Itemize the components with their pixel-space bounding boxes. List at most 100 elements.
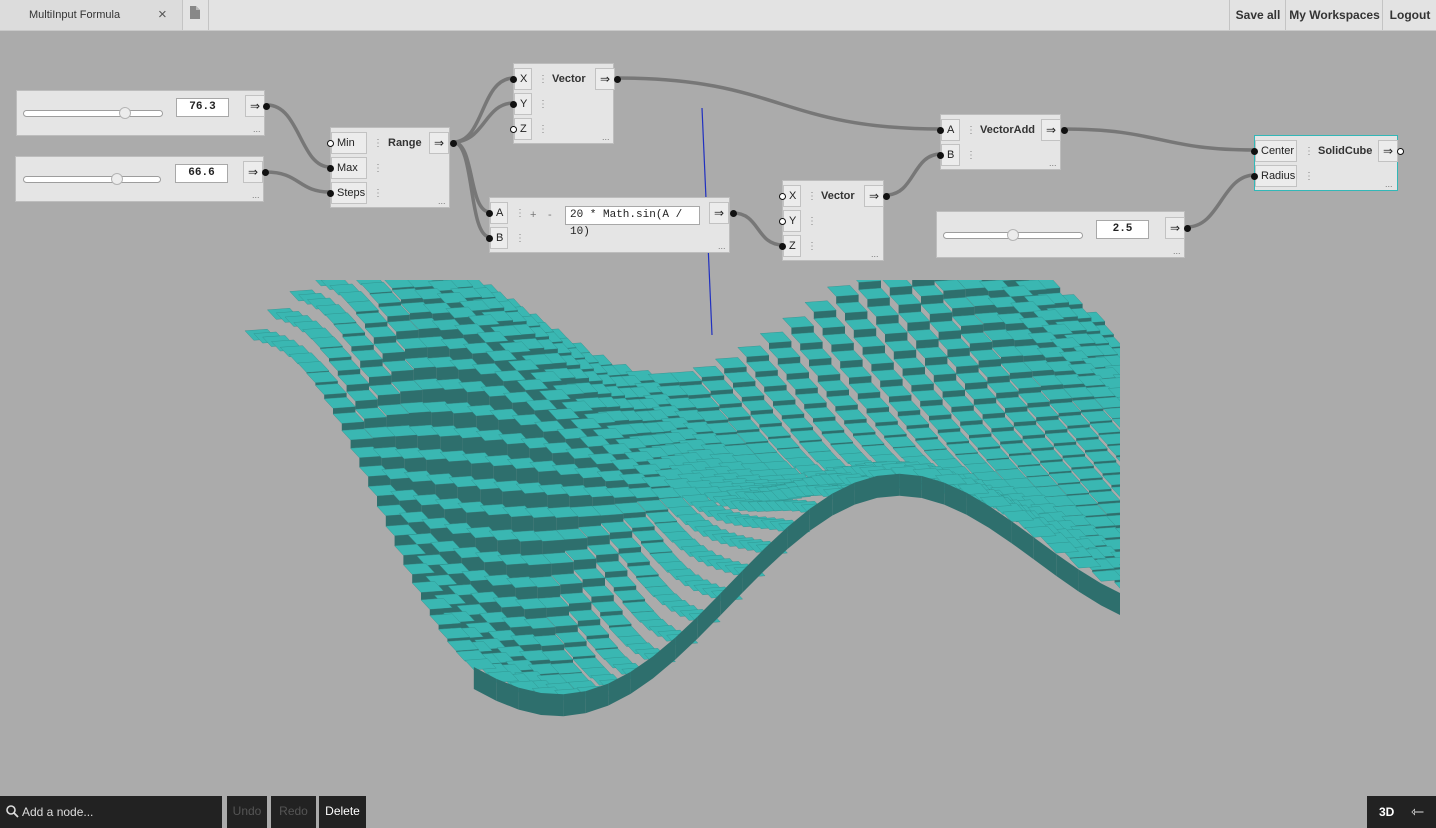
separator: ⋮ (807, 191, 817, 202)
more-icon[interactable]: ... (1385, 179, 1393, 189)
vector-node[interactable]: X Y Z ⋮ ⋮ ⋮ Vector ⇒ ... (779, 180, 890, 261)
input-port-dot[interactable] (486, 210, 493, 217)
wire-slider1-max (265, 103, 332, 169)
wire-slider3-radius (1185, 173, 1257, 229)
input-port-center[interactable]: Center (1255, 140, 1297, 162)
output-port-dot[interactable] (450, 140, 457, 147)
toggle-arrow-icon[interactable]: ⇽ (1411, 802, 1424, 822)
more-icon[interactable]: ... (1049, 158, 1057, 168)
separator: ⋮ (966, 125, 976, 136)
separator: ⋮ (807, 241, 817, 252)
number-slider-node[interactable]: 2.5 ⇒ ... (936, 211, 1191, 258)
vector-node[interactable]: X Y Z ⋮ ⋮ ⋮ Vector ⇒ ... (510, 63, 621, 144)
more-icon[interactable]: ... (718, 241, 726, 251)
more-icon[interactable]: ... (871, 249, 879, 259)
remove-input-button[interactable]: - (548, 209, 552, 221)
undo-button[interactable]: Undo (227, 796, 267, 828)
add-input-button[interactable]: + (530, 209, 536, 221)
input-port-dot[interactable] (1251, 148, 1258, 155)
input-port-dot[interactable] (510, 76, 517, 83)
more-icon[interactable]: ... (602, 132, 610, 142)
output-port-dot[interactable] (614, 76, 621, 83)
input-port-dot[interactable] (779, 243, 786, 250)
delete-button[interactable]: Delete (319, 796, 366, 828)
input-port-dot[interactable] (327, 140, 334, 147)
range-node[interactable]: Min Max Steps ⋮ ⋮ ⋮ Range ⇒ ... (327, 127, 457, 208)
wire-formula-vec2z (731, 211, 785, 247)
input-port-dot[interactable] (327, 190, 334, 197)
search-input[interactable]: Add a node... (22, 805, 93, 819)
wire-range-vecx (451, 76, 516, 144)
output-port-dot[interactable] (1061, 127, 1068, 134)
separator: ⋮ (515, 208, 525, 219)
separator: ⋮ (1304, 171, 1314, 182)
formula-expression-field[interactable]: 20 * Math.sin(A / 10) (565, 206, 700, 238)
separator: ⋮ (807, 216, 817, 227)
output-port-button[interactable]: ⇒ (864, 185, 884, 207)
separator: ⋮ (1304, 146, 1314, 157)
output-port-button[interactable]: ⇒ (709, 202, 729, 224)
output-port-button[interactable]: ⇒ (1165, 217, 1185, 239)
output-port-button[interactable]: ⇒ (595, 68, 615, 90)
more-icon[interactable]: ... (438, 196, 446, 206)
more-icon[interactable]: ... (1173, 246, 1181, 256)
input-port-dot[interactable] (510, 126, 517, 133)
add-node-search[interactable]: Add a node... (0, 796, 222, 828)
vectoradd-node[interactable]: A B ⋮ ⋮ VectorAdd ⇒ ... (937, 114, 1068, 170)
output-port-dot[interactable] (1184, 225, 1191, 232)
output-port-dot[interactable] (262, 169, 269, 176)
output-port-dot[interactable] (730, 210, 737, 217)
wire-vec1-vaddA (615, 76, 943, 131)
more-icon[interactable]: ... (252, 190, 260, 200)
slider-thumb[interactable] (1007, 229, 1019, 241)
redo-button[interactable]: Redo (271, 796, 316, 828)
input-port-dot[interactable] (327, 165, 334, 172)
separator: ⋮ (966, 150, 976, 161)
output-port-dot[interactable] (263, 103, 270, 110)
view-toggle[interactable]: 3D ⇽ (1367, 796, 1436, 828)
separator: ⋮ (538, 124, 548, 135)
separator: ⋮ (373, 188, 383, 199)
view-mode-label[interactable]: 3D (1379, 805, 1394, 819)
input-port-dot[interactable] (937, 152, 944, 159)
input-port-radius[interactable]: Radius (1255, 165, 1297, 187)
slider-value-field[interactable]: 2.5 (1096, 220, 1149, 239)
node-title: Range (388, 137, 422, 149)
node-title: VectorAdd (980, 124, 1036, 136)
output-port-button[interactable]: ⇒ (1378, 140, 1398, 162)
number-slider-node[interactable]: 76.3 ⇒ ... (16, 90, 270, 136)
wire-slider2-steps (264, 170, 332, 194)
input-port-dot[interactable] (779, 193, 786, 200)
output-port-dot[interactable] (883, 193, 890, 200)
input-port-min[interactable]: Min (331, 132, 367, 154)
input-port-steps[interactable]: Steps (331, 182, 367, 204)
node-title: Vector (552, 73, 586, 85)
input-port-dot[interactable] (779, 218, 786, 225)
slider-track[interactable] (23, 176, 161, 183)
number-slider-node[interactable]: 66.6 ⇒ ... (15, 156, 269, 202)
more-icon[interactable]: ... (253, 124, 261, 134)
separator: ⋮ (538, 74, 548, 85)
slider-value-field[interactable]: 66.6 (175, 164, 228, 183)
output-port-button[interactable]: ⇒ (243, 161, 263, 183)
output-port-button[interactable]: ⇒ (1041, 119, 1061, 141)
node-title: SolidCube (1318, 145, 1373, 157)
input-port-dot[interactable] (1251, 173, 1258, 180)
output-port-button[interactable]: ⇒ (429, 132, 449, 154)
separator: ⋮ (373, 163, 383, 174)
formula-node[interactable]: A B ⋮ ⋮ + - 20 * Math.sin(A / 10) ⇒ ... (486, 197, 737, 253)
output-port-button[interactable]: ⇒ (245, 95, 265, 117)
solidcube-node[interactable]: Center Radius ⋮ ⋮ SolidCube ⇒ ... (1251, 135, 1404, 191)
output-port-dot[interactable] (1397, 148, 1404, 155)
input-port-dot[interactable] (937, 127, 944, 134)
wire-vec2-vaddB (884, 152, 943, 197)
slider-thumb[interactable] (111, 173, 124, 185)
node-title: Vector (821, 190, 855, 202)
slider-track[interactable] (23, 110, 163, 117)
slider-thumb[interactable] (119, 107, 131, 119)
slider-value-field[interactable]: 76.3 (176, 98, 229, 117)
input-port-dot[interactable] (510, 101, 517, 108)
input-port-dot[interactable] (486, 235, 493, 242)
input-port-max[interactable]: Max (331, 157, 367, 179)
wire-range-fb (451, 140, 492, 239)
